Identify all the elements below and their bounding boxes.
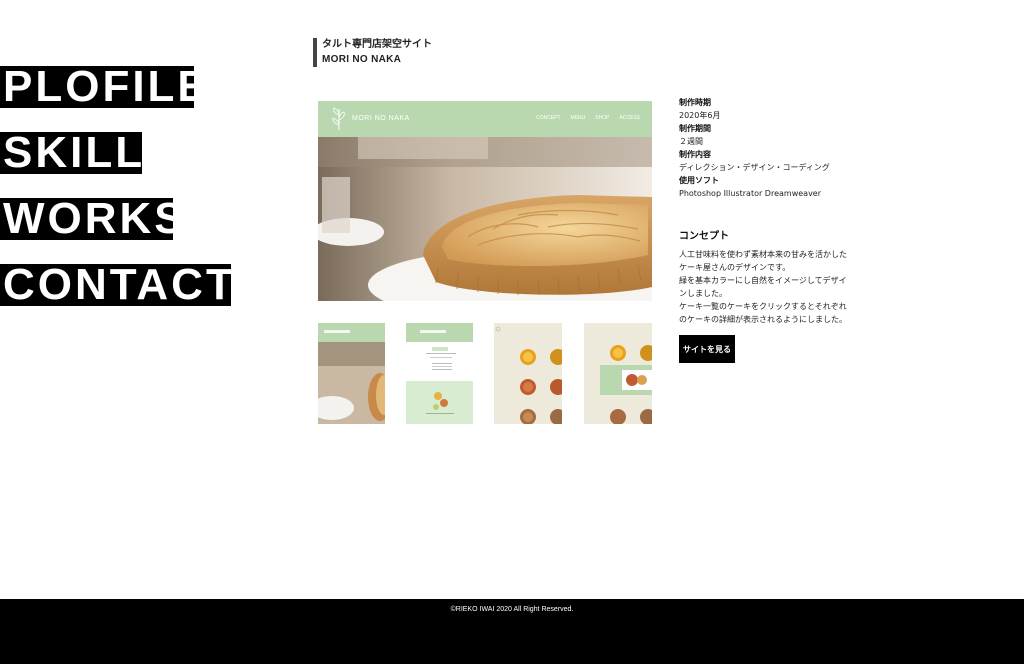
- info-label-content: 制作内容: [679, 150, 711, 159]
- info-value-duration: ２週間: [679, 137, 703, 146]
- info-label-software: 使用ソフト: [679, 176, 719, 185]
- concept-line: 緑を基本カラーにし自然をイメージしてデザイ: [679, 276, 847, 285]
- preview-menu-item: CONCEPT: [536, 115, 561, 121]
- concept-line: ケーキ屋さんのデザインです。: [679, 263, 791, 272]
- concept-line: ケーキ一覧のケーキをクリックするとそれぞれ: [679, 302, 847, 311]
- thumbnail-image: [584, 323, 652, 424]
- concept-text: 人工甘味料を使わず素材本来の甘みを活かした ケーキ屋さんのデザインです。 緑を基…: [679, 248, 857, 326]
- preview-menu: CONCEPT MENU SHOP ACCESS: [536, 115, 640, 121]
- preview-menu-item: SHOP: [595, 115, 610, 121]
- thumbnail-4[interactable]: [584, 323, 652, 424]
- work-kicker: タルト専門店架空サイト: [322, 39, 432, 50]
- main-nav: PLOFILE SKILL WORKS CONTACT: [0, 65, 233, 330]
- preview-menu-item: ACCESS: [619, 115, 640, 121]
- copyright: ©RIEKO IWAI 2020 All Right Reserved.: [450, 606, 574, 613]
- tart-photo: [318, 137, 652, 301]
- work-title: MORI NO NAKA: [322, 54, 402, 65]
- nav-skill[interactable]: SKILL: [0, 131, 142, 175]
- footer: ©RIEKO IWAI 2020 All Right Reserved.: [0, 599, 1024, 664]
- work-header: タルト専門店架空サイト MORI NO NAKA: [313, 38, 432, 67]
- concept-line: のケーキの詳細が表示されるようにしました。: [679, 315, 847, 324]
- thumbnail-3[interactable]: [494, 323, 562, 424]
- concept-line: 人工甘味料を使わず素材本来の甘みを活かした: [679, 250, 847, 259]
- concept-line: ンしました。: [679, 289, 727, 298]
- preview-header-bar: MORI NO NAKA CONCEPT MENU SHOP ACCESS: [318, 101, 652, 137]
- nav-plofile[interactable]: PLOFILE: [0, 65, 207, 109]
- preview-menu-item: MENU: [570, 115, 586, 121]
- thumbnail-image: [494, 323, 562, 424]
- work-info: 制作時期 2020年6月 制作期間 ２週間 制作内容 ディレクション・デザイン・…: [679, 96, 859, 200]
- info-value-period: 2020年6月: [679, 111, 721, 120]
- nav-works[interactable]: WORKS: [0, 197, 184, 241]
- info-label-duration: 制作期間: [679, 124, 711, 133]
- thumbnail-image: [406, 323, 473, 424]
- thumbnail-image: [318, 323, 385, 424]
- nav-contact[interactable]: CONTACT: [0, 263, 233, 307]
- info-value-content: ディレクション・デザイン・コーディング: [679, 163, 830, 172]
- info-value-software: Photoshop Illustrator Dreamweaver: [679, 189, 822, 198]
- thumbnail-2[interactable]: [406, 323, 473, 424]
- main-screenshot: MORI NO NAKA CONCEPT MENU SHOP ACCESS: [318, 101, 652, 301]
- preview-logo-text: MORI NO NAKA: [352, 115, 410, 122]
- info-label-period: 制作時期: [679, 98, 711, 107]
- leaf-logo-icon: [332, 107, 345, 130]
- concept-title: コンセプト: [679, 231, 729, 242]
- thumbnail-1[interactable]: [318, 323, 385, 424]
- view-site-button[interactable]: サイトを見る: [679, 335, 735, 363]
